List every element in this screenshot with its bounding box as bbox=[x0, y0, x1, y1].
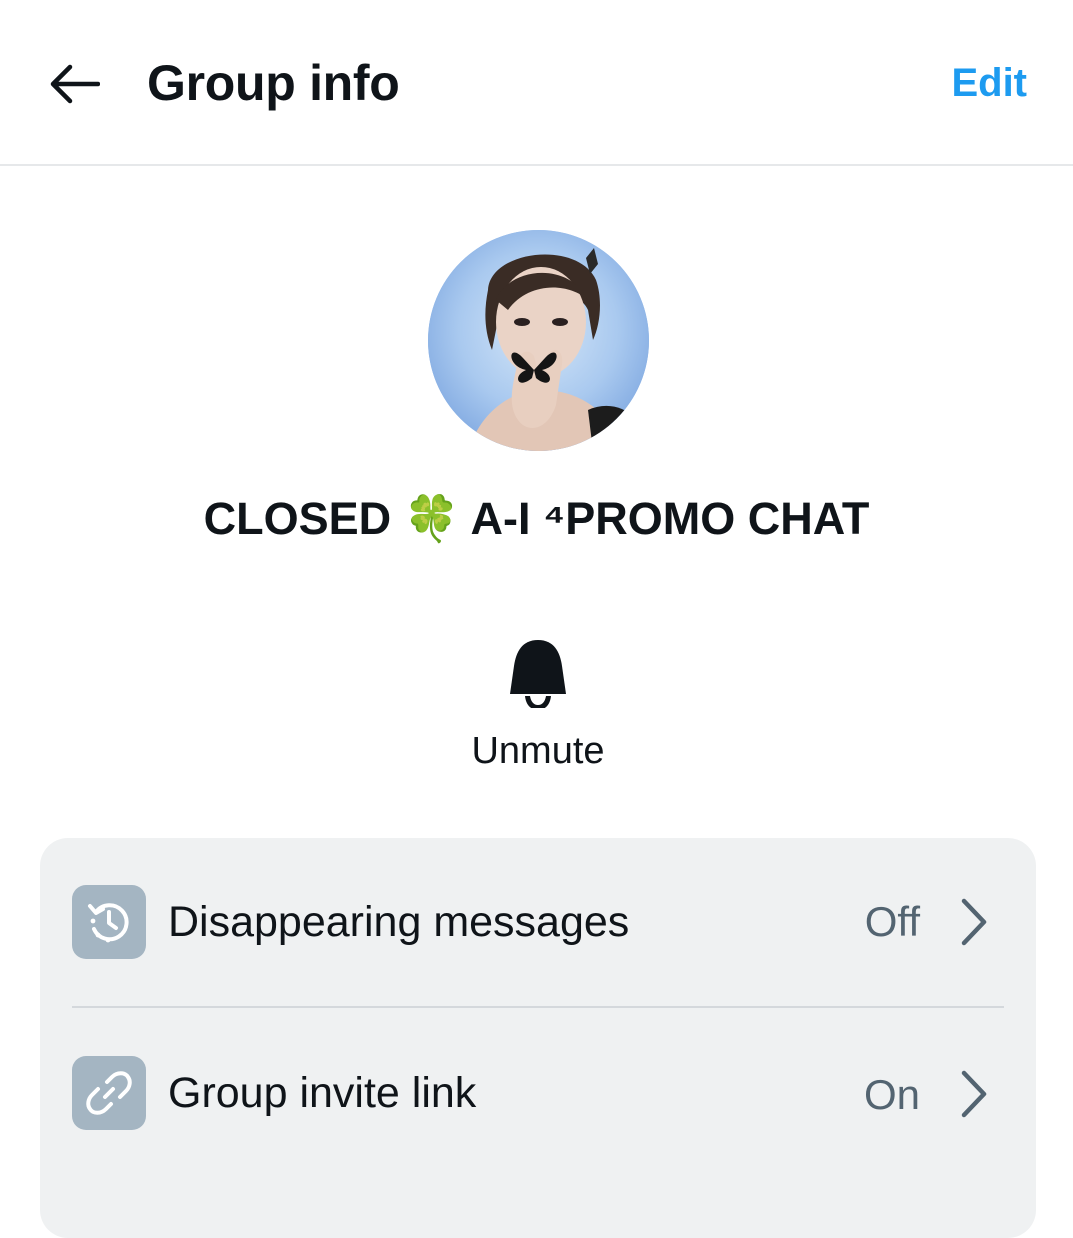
settings-card: Disappearing messages Off Group invite l… bbox=[40, 838, 1036, 1238]
unmute-label: Unmute bbox=[471, 730, 605, 772]
bell-icon bbox=[510, 640, 566, 708]
back-button[interactable] bbox=[44, 54, 104, 114]
chevron-right-icon bbox=[961, 898, 987, 946]
top-bar: Group info Edit bbox=[0, 0, 1073, 166]
disappearing-messages-value: Off bbox=[864, 898, 920, 945]
link-icon bbox=[72, 1056, 146, 1130]
avatar-image bbox=[428, 230, 649, 451]
disappearing-messages-row[interactable]: Disappearing messages Off bbox=[40, 838, 1036, 1008]
arrow-left-icon bbox=[50, 64, 100, 104]
group-invite-link-value: On bbox=[863, 1071, 920, 1118]
disappearing-messages-label: Disappearing messages bbox=[168, 898, 630, 946]
chevron-right-icon bbox=[961, 1070, 987, 1118]
group-invite-link-label: Group invite link bbox=[168, 1069, 477, 1117]
page-title: Group info bbox=[147, 55, 400, 111]
group-avatar[interactable] bbox=[428, 230, 649, 451]
group-invite-link-row[interactable]: Group invite link On bbox=[40, 1008, 1036, 1176]
timer-history-icon bbox=[72, 885, 146, 959]
edit-button[interactable]: Edit bbox=[951, 56, 1027, 110]
unmute-button[interactable]: Unmute bbox=[436, 628, 640, 778]
group-name: CLOSED 🍀 A-I ⁴PROMO CHAT bbox=[203, 493, 870, 544]
